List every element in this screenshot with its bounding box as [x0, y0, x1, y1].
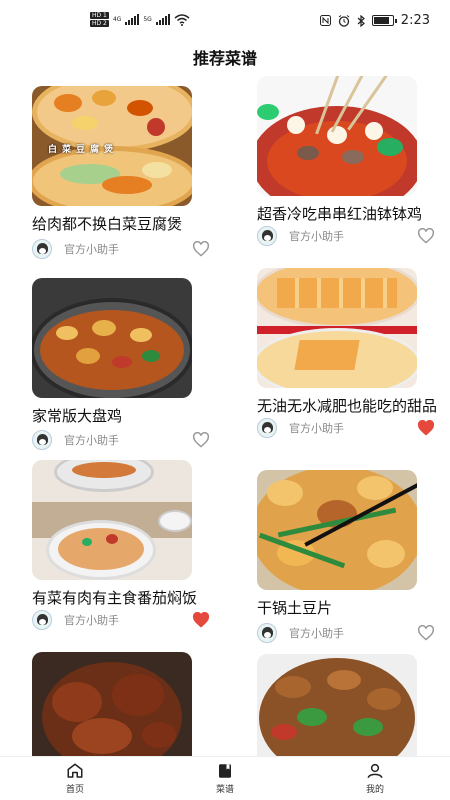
recipe-image: 白菜豆腐煲: [32, 86, 192, 206]
recipe-image: [257, 654, 417, 756]
heart-icon[interactable]: [417, 420, 435, 436]
recipe-image: [32, 652, 192, 756]
recipe-title: 家常版大盘鸡: [32, 407, 123, 425]
author-name: 官方小助手: [289, 422, 344, 435]
nav-home[interactable]: 首页: [0, 757, 150, 800]
recipe-card-7[interactable]: [257, 654, 417, 756]
recipe-card-6[interactable]: [32, 652, 192, 756]
recipe-image: [257, 76, 417, 196]
book-icon: [219, 764, 231, 778]
home-icon: [67, 763, 83, 778]
recipe-image: [257, 470, 417, 590]
sim-indicators: HD 1 HD 2: [90, 12, 109, 27]
recipe-meta: 官方小助手: [257, 418, 447, 438]
recipe-title: 给肉都不换白菜豆腐煲: [32, 215, 183, 233]
network2-label: 5G: [143, 16, 152, 23]
bottom-nav: 首页 菜谱 我的: [0, 756, 450, 800]
author-name: 官方小助手: [64, 243, 119, 256]
recipe-title: 超香冷吃串串红油钵钵鸡: [257, 205, 423, 223]
nav-recipes[interactable]: 菜谱: [150, 757, 300, 800]
status-bar: HD 1 HD 2 4G 5G 2:23: [0, 0, 450, 40]
recipe-title: 无油无水减肥也能吃的甜品: [257, 397, 438, 415]
recipe-card-5[interactable]: 干锅土豆片 官方小助手: [257, 470, 435, 643]
battery-icon: [371, 15, 397, 26]
recipe-title: 干锅土豆片: [257, 599, 333, 617]
sim2-label: HD 2: [90, 20, 109, 27]
nav-recipes-label: 菜谱: [215, 785, 234, 795]
signal1-icon: [125, 14, 140, 25]
heart-icon[interactable]: [417, 625, 435, 641]
alarm-icon: [338, 14, 350, 27]
recipe-card-4[interactable]: 有菜有肉有主食番茄焖饭 官方小助手: [32, 460, 210, 630]
status-left: HD 1 HD 2 4G 5G: [90, 12, 190, 27]
heart-icon[interactable]: [192, 241, 210, 257]
nav-profile-label: 我的: [365, 785, 384, 795]
avatar: [32, 610, 52, 630]
person-icon: [367, 763, 383, 779]
author-name: 官方小助手: [289, 230, 344, 243]
recipe-meta: 官方小助手: [32, 430, 222, 450]
avatar: [32, 239, 52, 259]
avatar: [257, 418, 277, 438]
heart-icon[interactable]: [192, 612, 210, 628]
wifi-icon: [174, 13, 190, 26]
image-caption: 白菜豆腐煲: [48, 145, 119, 155]
avatar: [257, 226, 277, 246]
signal2-icon: [155, 14, 170, 25]
recipe-title: 有菜有肉有主食番茄焖饭: [32, 589, 198, 607]
author-name: 官方小助手: [64, 614, 119, 627]
heart-icon[interactable]: [417, 228, 435, 244]
recipe-meta: 官方小助手: [257, 226, 447, 246]
network1-label: 4G: [112, 16, 122, 23]
nav-profile[interactable]: 我的: [300, 757, 450, 800]
recipe-meta: 官方小助手: [32, 239, 222, 259]
recipe-image: [257, 268, 417, 388]
recipe-meta: 官方小助手: [257, 623, 447, 643]
heart-icon[interactable]: [192, 432, 210, 448]
recipe-meta: 官方小助手: [32, 610, 222, 630]
nfc-icon: [319, 15, 331, 26]
recipe-image: [32, 460, 192, 580]
avatar: [257, 623, 277, 643]
status-right: 2:23: [319, 13, 430, 28]
bluetooth-icon: [357, 14, 365, 27]
recipe-card-0[interactable]: 白菜豆腐煲 给肉都不换白菜豆腐煲 官方小助手: [32, 86, 210, 259]
avatar: [32, 430, 52, 450]
page-title: 推荐菜谱: [192, 49, 257, 68]
author-name: 官方小助手: [289, 627, 344, 640]
nav-home-label: 首页: [65, 785, 84, 795]
sim1-label: HD 1: [90, 12, 109, 19]
recipe-image: [32, 278, 192, 398]
recipe-card-3[interactable]: 无油无水减肥也能吃的甜品 官方小助手: [257, 268, 437, 438]
author-name: 官方小助手: [64, 434, 119, 447]
recipe-card-2[interactable]: 家常版大盘鸡 官方小助手: [32, 278, 210, 450]
recipe-card-1[interactable]: 超香冷吃串串红油钵钵鸡 官方小助手: [257, 76, 435, 246]
clock: 2:23: [400, 13, 430, 28]
